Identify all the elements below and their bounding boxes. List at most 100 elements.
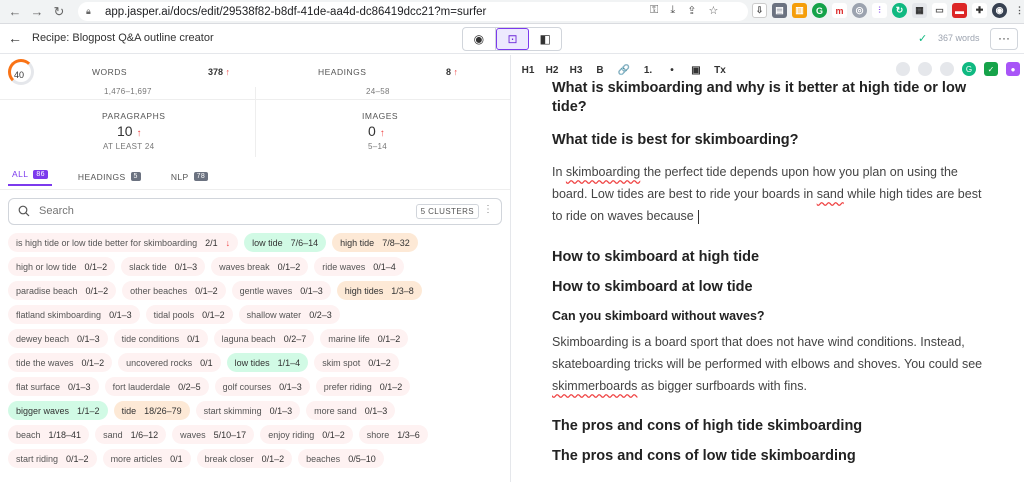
extension-icon[interactable]: ⫶ [872, 3, 887, 18]
extension-icon[interactable]: ▭ [932, 3, 947, 18]
keyword-chip[interactable]: laguna beach 0/2–7 [213, 329, 315, 348]
back-icon[interactable]: ← [4, 4, 26, 19]
keyword-chip[interactable]: waves 5/10–17 [172, 425, 255, 444]
headings-label: HEADINGS [318, 67, 367, 77]
star-icon[interactable]: ☆ [708, 4, 718, 17]
extension-icon[interactable]: ▬ [952, 3, 967, 18]
avatar[interactable]: ◉ [992, 3, 1007, 18]
extension-icon[interactable]: G [812, 3, 827, 18]
keyword-chip[interactable]: paradise beach 0/1–2 [8, 281, 117, 300]
keyword-search: 5 CLUSTERS ⋮ [8, 198, 502, 225]
sparkle-icon[interactable] [896, 62, 910, 76]
keyword-chip[interactable]: high tide 7/8–32 [332, 233, 418, 252]
keyword-chip[interactable]: marine life 0/1–2 [320, 329, 409, 348]
headings-value: 8 ↑ [446, 67, 459, 77]
keyword-chip[interactable]: fort lauderdale 0/2–5 [104, 377, 209, 396]
tab-nlp[interactable]: NLP 78 [167, 167, 212, 186]
clusters-button[interactable]: 5 CLUSTERS [415, 204, 479, 219]
extension-icon[interactable]: ⇩ [752, 3, 767, 18]
keyword-chip[interactable]: low tide 7/6–14 [244, 233, 327, 252]
keyword-chip[interactable]: shallow water 0/2–3 [238, 305, 340, 324]
keyword-count: 1/3–8 [391, 285, 414, 296]
keyword-chip[interactable]: golf courses 0/1–3 [214, 377, 310, 396]
keyword-chip[interactable]: beach 1/18–41 [8, 425, 90, 444]
download-icon[interactable]: ⤓ [670, 4, 675, 17]
keyword-term: gentle waves [239, 285, 293, 296]
preview-eye-button[interactable]: ◉ [463, 28, 496, 50]
keyword-chip[interactable]: beaches 0/5–10 [298, 449, 384, 468]
keyword-chip[interactable]: uncovered rocks 0/1 [118, 353, 221, 372]
keyword-chip[interactable]: low tides 1/1–4 [226, 353, 309, 372]
keyword-chip[interactable]: waves break 0/1–2 [211, 257, 309, 276]
tab-headings[interactable]: HEADINGS 5 [74, 167, 145, 186]
keyword-chip[interactable]: bigger waves 1/1–2 [8, 401, 108, 420]
link-button[interactable]: 🔗 [617, 65, 631, 76]
bullet-list-button[interactable]: • [665, 65, 679, 76]
keyword-chip[interactable]: high tides 1/3–8 [336, 281, 422, 300]
keyword-chip[interactable]: dewey beach 0/1–3 [8, 329, 108, 348]
grammarly-icon[interactable]: G [962, 62, 976, 76]
back-arrow-icon[interactable]: ← [8, 30, 22, 46]
heading1-button[interactable]: H1 [521, 65, 535, 76]
keyword-count: 0/2–5 [178, 381, 201, 392]
heading-pros-low: The pros and cons of low tide skimboardi… [552, 448, 856, 464]
extension-icon[interactable]: ▦ [912, 3, 927, 18]
keyword-chip[interactable]: enjoy riding 0/1–2 [260, 425, 353, 444]
keyword-chip[interactable]: ride waves 0/1–4 [314, 257, 404, 276]
heading3-button[interactable]: H3 [569, 65, 583, 76]
sidebar-toggle-button[interactable]: ◧ [529, 28, 561, 50]
forward-icon[interactable]: → [26, 4, 48, 19]
keyword-chip[interactable]: shore 1/3–6 [358, 425, 428, 444]
keyword-chip[interactable]: high or low tide 0/1–2 [8, 257, 116, 276]
puzzle-icon[interactable]: ✚ [972, 3, 987, 18]
keyword-chip[interactable]: other beaches 0/1–2 [122, 281, 226, 300]
clear-format-button[interactable]: Tx [713, 65, 727, 76]
keyword-chip[interactable]: start riding 0/1–2 [8, 449, 97, 468]
key-icon[interactable]: ⚿ [650, 4, 658, 17]
reload-icon[interactable]: ↻ [48, 4, 70, 20]
keyword-chip[interactable]: tidal pools 0/1–2 [145, 305, 233, 324]
keyword-chip[interactable]: sand 1/6–12 [95, 425, 167, 444]
keyword-chip[interactable]: start skimming 0/1–3 [195, 401, 301, 420]
extension-icon[interactable]: ↻ [892, 3, 907, 18]
bold-button[interactable]: B [593, 65, 607, 76]
keyword-count: 0/1–2 [261, 453, 285, 464]
address-bar[interactable]: 🔒︎ app.jasper.ai/docs/edit/29538f82-b8df… [78, 2, 748, 21]
document-editor[interactable]: What is skimboarding and why is it bette… [552, 79, 992, 466]
keyword-chip[interactable]: tide 18/26–79 [113, 401, 190, 420]
tab-all[interactable]: ALL 86 [8, 167, 52, 186]
keyword-chip[interactable]: prefer riding 0/1–2 [315, 377, 411, 396]
keyword-count: 0/1–2 [377, 333, 401, 344]
ordered-list-button[interactable]: 1. [641, 65, 655, 76]
keyword-chip[interactable]: more sand 0/1–3 [306, 401, 396, 420]
extension-icon[interactable]: ▥ [792, 3, 807, 18]
pen-icon[interactable] [918, 62, 932, 76]
heading-low-tide: How to skimboard at low tide [552, 279, 753, 295]
heading2-button[interactable]: H2 [545, 65, 559, 76]
share-icon[interactable]: ⇪ [687, 4, 696, 17]
keyword-chip[interactable]: break closer 0/1–2 [196, 449, 293, 468]
shield-icon[interactable]: ✓ [984, 62, 998, 76]
keyword-chip[interactable]: flat surface 0/1–3 [8, 377, 99, 396]
keyword-chip[interactable]: gentle waves 0/1–3 [231, 281, 331, 300]
keyword-term: waves [180, 429, 206, 440]
extension-icon[interactable]: ▤ [772, 3, 787, 18]
keyword-chip[interactable]: skim spot 0/1–2 [314, 353, 399, 372]
mic-icon[interactable] [940, 62, 954, 76]
search-input[interactable] [39, 205, 339, 217]
keyword-term: waves break [219, 261, 270, 272]
keyword-chip[interactable]: slack tide 0/1–3 [121, 257, 206, 276]
menu-icon[interactable]: ⋮ [1012, 3, 1024, 18]
keyword-chip[interactable]: more articles 0/1 [102, 449, 191, 468]
kebab-menu-icon[interactable]: ⋮ [483, 204, 493, 215]
extension-icon[interactable]: ◎ [852, 3, 867, 18]
image-button[interactable]: ▣ [689, 65, 703, 76]
more-options-button[interactable]: ··· [990, 28, 1018, 50]
keyword-chip[interactable]: tide the waves 0/1–2 [8, 353, 113, 372]
keyword-chip[interactable]: flatland skimboarding 0/1–3 [8, 305, 140, 324]
keyword-chip[interactable]: is high tide or low tide better for skim… [8, 233, 239, 252]
editor-mode-button[interactable]: ⊡ [495, 28, 530, 50]
keyword-chip[interactable]: tide conditions 0/1 [113, 329, 208, 348]
extension-icon[interactable]: m [832, 3, 847, 18]
jasper-icon[interactable]: ● [1006, 62, 1020, 76]
